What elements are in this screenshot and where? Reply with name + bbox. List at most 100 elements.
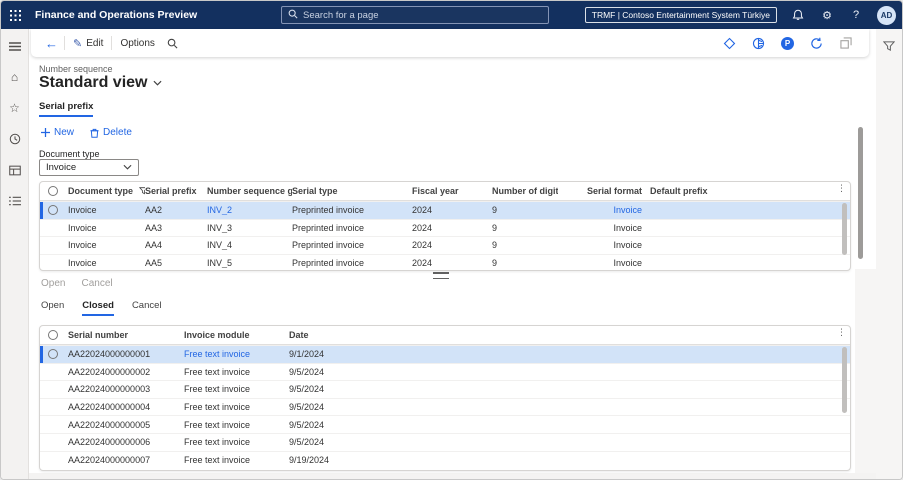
cancel-button[interactable]: Cancel bbox=[81, 278, 112, 289]
modules-list-icon[interactable] bbox=[6, 192, 24, 210]
grid-splitter-handle[interactable] bbox=[433, 272, 449, 279]
notifications-bell-icon[interactable] bbox=[790, 7, 806, 23]
row-selector-circle[interactable] bbox=[40, 367, 68, 377]
grid-row[interactable]: AA22024000000004 Free text invoice 9/5/202… bbox=[40, 397, 850, 416]
copilot-icon[interactable]: P bbox=[780, 36, 795, 51]
column-header[interactable]: Document type bbox=[68, 186, 145, 196]
help-icon[interactable]: ? bbox=[848, 7, 864, 23]
page-search-box[interactable] bbox=[281, 6, 549, 24]
link-cell[interactable]: INV_4 bbox=[207, 240, 292, 250]
select-all-circle[interactable] bbox=[40, 330, 68, 340]
grid-row[interactable]: AA22024000000001 Free text invoice 9/1/202… bbox=[40, 345, 850, 363]
grid-row[interactable]: Invoice AA4 INV_4 Preprinted invoice 2024 9 In… bbox=[40, 236, 850, 254]
link-cell[interactable]: INV_2 bbox=[207, 205, 292, 215]
link-cell[interactable]: Invoice bbox=[558, 205, 650, 215]
link-cell[interactable]: Free text invoice bbox=[184, 455, 289, 465]
home-icon[interactable]: ⌂ bbox=[6, 68, 24, 86]
power-apps-diamond-icon[interactable] bbox=[722, 36, 737, 51]
grid-row[interactable]: Invoice AA5 INV_5 Preprinted invoice 2024 9 In… bbox=[40, 253, 850, 270]
row-selector-circle[interactable] bbox=[40, 437, 68, 447]
row-selector-circle[interactable] bbox=[40, 420, 68, 430]
grid-command-bar: New Delete bbox=[41, 127, 132, 138]
environment-picker[interactable]: TRMF | Contoso Entertainment System Türk… bbox=[584, 7, 777, 23]
column-header[interactable]: Date bbox=[289, 330, 850, 340]
row-selector-circle[interactable] bbox=[40, 205, 68, 216]
column-header[interactable]: Serial type bbox=[292, 186, 412, 196]
grid-cell: 2024 bbox=[412, 205, 433, 216]
grid-more-options-icon[interactable]: ⋮ bbox=[837, 184, 846, 193]
background-bottom-strip bbox=[29, 473, 876, 479]
link-cell[interactable]: Invoice bbox=[558, 223, 650, 233]
tab-serial-prefix[interactable]: Serial prefix bbox=[39, 101, 94, 117]
link-cell[interactable]: Free text invoice bbox=[184, 402, 289, 412]
column-header[interactable]: Number sequence group bbox=[207, 186, 292, 196]
grid-cell: 9 bbox=[492, 222, 498, 233]
column-header[interactable]: Default prefix bbox=[650, 186, 850, 196]
document-type-select[interactable]: Invoice bbox=[39, 159, 139, 176]
grid-row[interactable]: AA22024000000005 Free text invoice 9/5/202… bbox=[40, 415, 850, 433]
app-launcher-icon[interactable] bbox=[1, 1, 29, 29]
page-scrollbar[interactable] bbox=[858, 127, 863, 259]
tab-closed[interactable]: Closed bbox=[82, 300, 114, 316]
column-header[interactable]: Fiscal year bbox=[412, 186, 492, 196]
delete-button[interactable]: Delete bbox=[90, 127, 132, 138]
personalization-contrast-icon[interactable] bbox=[751, 36, 766, 51]
row-selector-circle[interactable] bbox=[40, 258, 68, 268]
grid-row[interactable]: AA22024000000002 Free text invoice 9/5/202… bbox=[40, 362, 850, 381]
options-button[interactable]: Options bbox=[114, 29, 160, 57]
row-selector-circle[interactable] bbox=[40, 349, 68, 360]
link-cell[interactable]: Free text invoice bbox=[184, 420, 289, 430]
link-cell[interactable]: Free text invoice bbox=[184, 349, 289, 359]
favorites-star-icon[interactable]: ☆ bbox=[6, 99, 24, 117]
new-button[interactable]: New bbox=[41, 127, 74, 138]
refresh-icon[interactable] bbox=[809, 36, 824, 51]
tab-cancel[interactable]: Cancel bbox=[132, 300, 162, 316]
grid-row[interactable]: AA22024000000007 Free text invoice 9/19/20… bbox=[40, 450, 850, 469]
row-selector-circle[interactable] bbox=[40, 402, 68, 412]
tab-open[interactable]: Open bbox=[41, 300, 64, 316]
edit-button[interactable]: ✎ Edit bbox=[67, 29, 109, 57]
column-header[interactable]: Number of digits bbox=[492, 186, 558, 196]
select-all-circle[interactable] bbox=[40, 186, 68, 196]
page-search-input[interactable] bbox=[303, 9, 542, 21]
column-header[interactable]: Serial format bbox=[558, 186, 650, 196]
filter-funnel-icon[interactable] bbox=[880, 37, 898, 55]
back-arrow-icon[interactable]: ← bbox=[41, 36, 62, 51]
toolbar-separator bbox=[64, 36, 65, 50]
link-cell[interactable]: Free text invoice bbox=[184, 384, 289, 394]
grid-cell: 9/5/2024 bbox=[289, 384, 325, 395]
grid-row[interactable]: Invoice AA2 INV_2 Preprinted invoice 2024 9 In… bbox=[40, 201, 850, 219]
workspaces-icon[interactable] bbox=[6, 161, 24, 179]
link-cell[interactable]: Invoice bbox=[558, 258, 650, 268]
grid-row[interactable]: AA22024000000003 Free text invoice 9/5/202… bbox=[40, 380, 850, 398]
open-in-new-window-icon[interactable] bbox=[838, 36, 853, 51]
grid-row[interactable]: AA22024000000006 Free text invoice 9/5/202… bbox=[40, 432, 850, 451]
link-cell[interactable]: Free text invoice bbox=[184, 367, 289, 377]
row-selector-circle[interactable] bbox=[40, 455, 68, 465]
action-pane-right-icons: P bbox=[722, 36, 859, 51]
expand-nav-hamburger-icon[interactable] bbox=[6, 37, 24, 55]
chevron-down-icon bbox=[153, 80, 162, 86]
column-header[interactable]: Serial number bbox=[68, 330, 184, 340]
grid-scrollbar[interactable] bbox=[842, 203, 847, 255]
link-cell[interactable]: INV_3 bbox=[207, 223, 292, 233]
row-selector-circle[interactable] bbox=[40, 384, 68, 394]
link-cell[interactable]: Free text invoice bbox=[184, 437, 289, 447]
row-selector-circle[interactable] bbox=[40, 240, 68, 250]
link-cell[interactable]: Invoice bbox=[558, 240, 650, 250]
right-filter-rail bbox=[874, 29, 902, 479]
column-header[interactable]: Serial prefix bbox=[145, 186, 207, 196]
open-button[interactable]: Open bbox=[41, 278, 65, 289]
grid-row[interactable]: Invoice AA3 INV_3 Preprinted invoice 2024 9 In… bbox=[40, 218, 850, 237]
user-avatar[interactable]: AD bbox=[877, 5, 896, 25]
row-selector-circle[interactable] bbox=[40, 223, 68, 233]
grid-scrollbar[interactable] bbox=[842, 347, 847, 413]
page-caption: Number sequence bbox=[39, 64, 113, 74]
link-cell[interactable]: INV_5 bbox=[207, 258, 292, 268]
column-header[interactable]: Invoice module bbox=[184, 330, 289, 340]
grid-more-options-icon[interactable]: ⋮ bbox=[837, 328, 846, 337]
view-selector[interactable]: Standard view bbox=[39, 74, 162, 92]
toolbar-search-icon[interactable] bbox=[161, 29, 184, 57]
recent-clock-icon[interactable] bbox=[6, 130, 24, 148]
settings-gear-icon[interactable]: ⚙ bbox=[819, 7, 835, 23]
